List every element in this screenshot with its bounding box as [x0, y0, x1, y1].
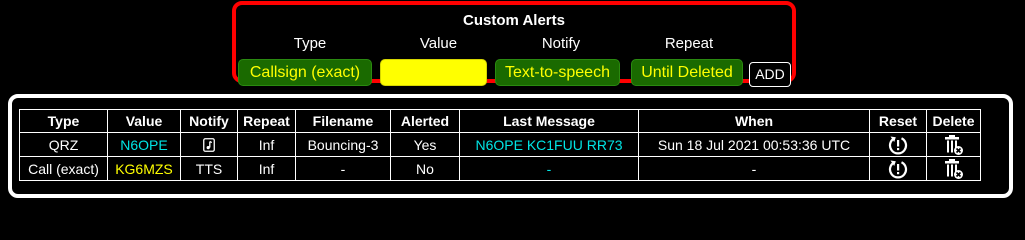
- delete-icon[interactable]: [926, 156, 981, 181]
- row-alerted: No: [390, 156, 460, 181]
- header-notify: Notify: [180, 109, 238, 133]
- type-label: Type: [293, 35, 327, 52]
- music-note-icon: [180, 132, 238, 157]
- value-input[interactable]: [380, 59, 487, 86]
- header-last-message: Last Message: [459, 109, 639, 133]
- custom-alerts-panel: Custom Alerts Type Value Notify Repeat C…: [232, 1, 796, 87]
- row-last-message: -: [459, 156, 639, 181]
- header-value: Value: [107, 109, 181, 133]
- delete-icon[interactable]: [926, 132, 981, 157]
- row-last-message: N6OPE KC1FUU RR73: [459, 132, 639, 157]
- custom-alerts-title: Custom Alerts: [463, 12, 565, 29]
- row-when: Sun 18 Jul 2021 00:53:36 UTC: [638, 132, 870, 157]
- row-filename: Bouncing-3: [295, 132, 391, 157]
- alerts-table-panel: Type Value Notify Repeat Filename Alerte…: [8, 94, 1013, 198]
- reset-icon[interactable]: [869, 132, 927, 157]
- row-alerted: Yes: [390, 132, 460, 157]
- notify-select[interactable]: Text-to-speech: [495, 59, 620, 86]
- header-filename: Filename: [295, 109, 391, 133]
- header-when: When: [638, 109, 870, 133]
- table-row: QRZ N6OPE Inf Bouncing-3 Yes N6OPE KC1FU…: [19, 132, 981, 157]
- row-filename: -: [295, 156, 391, 181]
- header-type: Type: [19, 109, 108, 133]
- repeat-label: Repeat: [664, 35, 714, 52]
- alerts-table: Type Value Notify Repeat Filename Alerte…: [19, 109, 981, 181]
- type-select[interactable]: Callsign (exact): [238, 59, 372, 86]
- row-type: QRZ: [19, 132, 108, 157]
- row-repeat: Inf: [237, 132, 296, 157]
- value-label: Value: [419, 35, 458, 52]
- header-delete: Delete: [926, 109, 981, 133]
- reset-icon[interactable]: [869, 156, 927, 181]
- header-reset: Reset: [869, 109, 927, 133]
- row-when: -: [638, 156, 870, 181]
- header-repeat: Repeat: [237, 109, 296, 133]
- row-value: N6OPE: [107, 132, 181, 157]
- row-repeat: Inf: [237, 156, 296, 181]
- row-value: KG6MZS: [107, 156, 181, 181]
- add-button[interactable]: ADD: [749, 62, 791, 87]
- table-header-row: Type Value Notify Repeat Filename Alerte…: [19, 109, 981, 133]
- table-row: Call (exact) KG6MZS TTS Inf - No - -: [19, 156, 981, 181]
- row-type: Call (exact): [19, 156, 108, 181]
- notify-label: Notify: [541, 35, 581, 52]
- repeat-select[interactable]: Until Deleted: [631, 59, 743, 86]
- row-notify: TTS: [180, 156, 238, 181]
- header-alerted: Alerted: [390, 109, 460, 133]
